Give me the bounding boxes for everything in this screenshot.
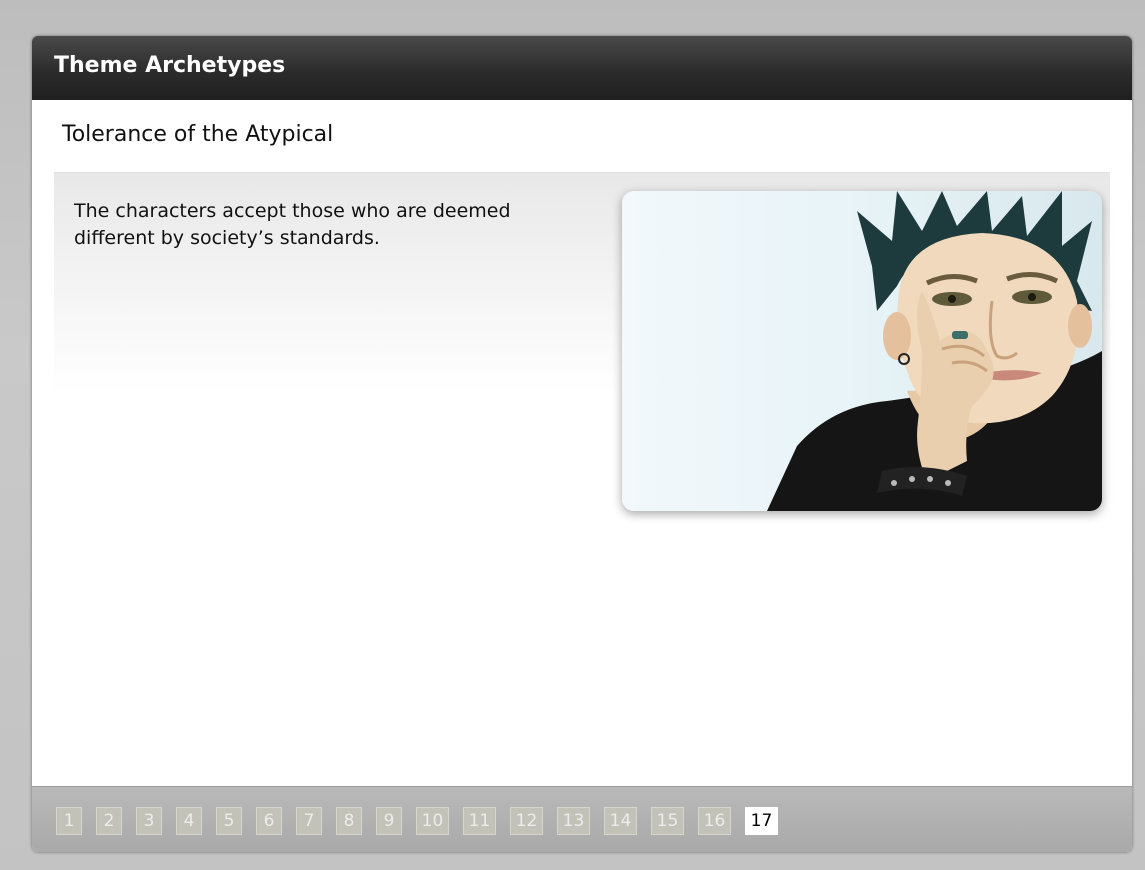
page-button-17[interactable]: 17 — [745, 807, 778, 835]
page-button-10[interactable]: 10 — [416, 807, 449, 835]
page-button-16[interactable]: 16 — [698, 807, 731, 835]
slide-window: Theme Archetypes Tolerance of the Atypic… — [32, 36, 1132, 852]
page-button-13[interactable]: 13 — [557, 807, 590, 835]
page-button-7[interactable]: 7 — [296, 807, 322, 835]
page-button-11[interactable]: 11 — [463, 807, 496, 835]
page-button-1[interactable]: 1 — [56, 807, 82, 835]
page-button-15[interactable]: 15 — [651, 807, 684, 835]
page-button-5[interactable]: 5 — [216, 807, 242, 835]
page-button-6[interactable]: 6 — [256, 807, 282, 835]
page-button-8[interactable]: 8 — [336, 807, 362, 835]
footer-bar: 1 2 3 4 5 6 7 8 9 10 11 12 13 14 15 16 17 — [32, 786, 1132, 852]
body-text: The characters accept those who are deem… — [74, 200, 511, 249]
slide-subtitle: Tolerance of the Atypical — [62, 122, 334, 147]
page-button-9[interactable]: 9 — [376, 807, 402, 835]
page-button-14[interactable]: 14 — [604, 807, 637, 835]
page-button-12[interactable]: 12 — [510, 807, 543, 835]
page-navigation: 1 2 3 4 5 6 7 8 9 10 11 12 13 14 15 16 17 — [56, 807, 778, 835]
portrait-illustration — [767, 191, 1102, 511]
header-title: Theme Archetypes — [54, 53, 286, 78]
portrait-photo — [622, 191, 1102, 511]
page-button-2[interactable]: 2 — [96, 807, 122, 835]
page-button-4[interactable]: 4 — [176, 807, 202, 835]
page-button-3[interactable]: 3 — [136, 807, 162, 835]
header-bar: Theme Archetypes — [32, 36, 1132, 100]
